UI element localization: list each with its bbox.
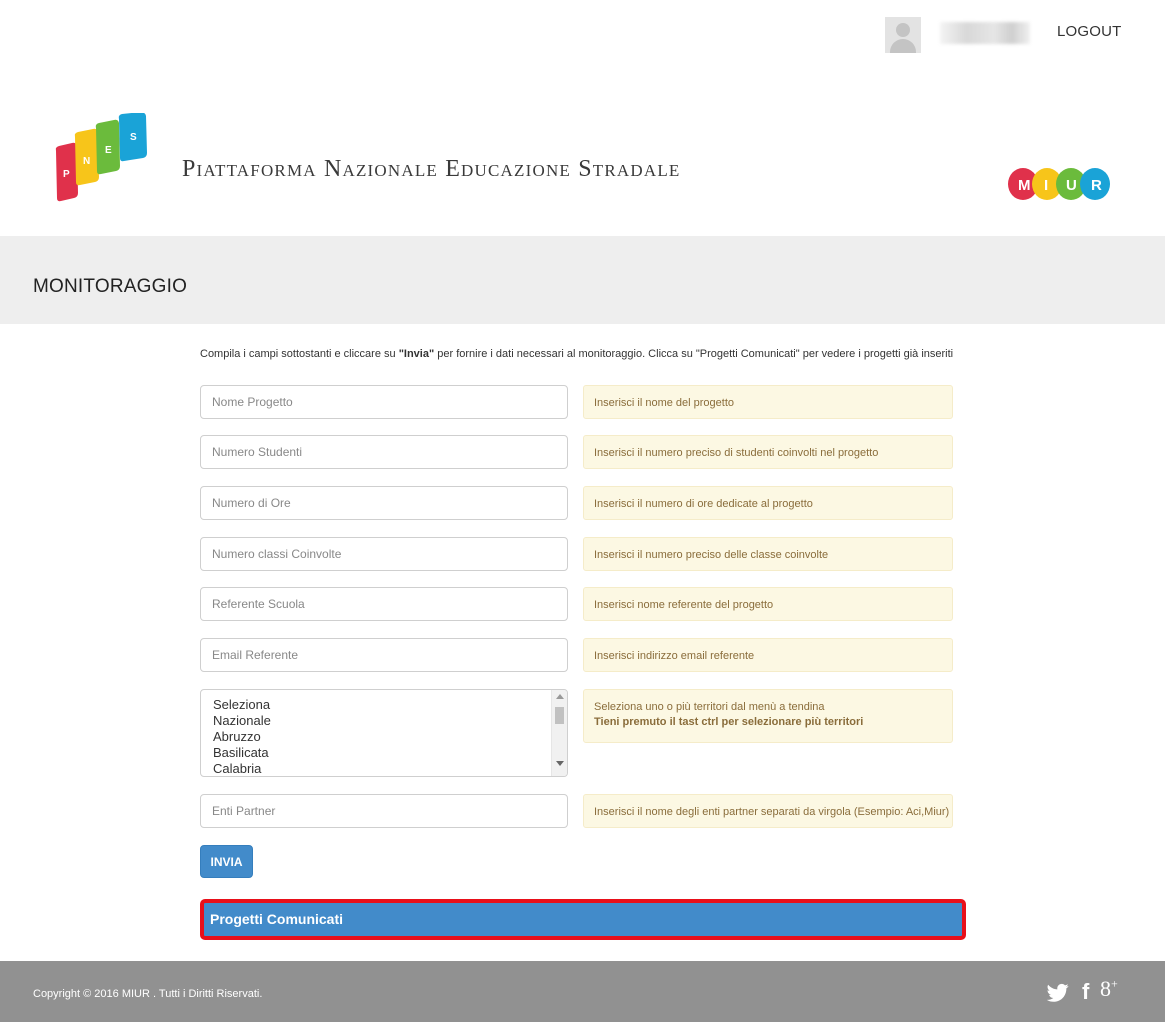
site-header: P N E S Piattaforma Nazionale Educazione… <box>0 100 1165 236</box>
numero-classi-input[interactable] <box>200 537 568 571</box>
form-row-nome-progetto: Inserisci il nome del progetto <box>200 385 955 421</box>
form-row-numero-ore: Inserisci il numero di ore dedicate al p… <box>200 486 955 522</box>
avatar-body <box>890 39 916 53</box>
form-row-territori: Seleziona Nazionale Abruzzo Basilicata C… <box>200 689 955 779</box>
gplus-sup: + <box>1111 976 1118 991</box>
intro-bold: "Invia" <box>398 348 435 360</box>
intro-text: Compila i campi sottostanti e cliccare s… <box>200 348 953 360</box>
scroll-thumb[interactable] <box>555 707 564 724</box>
territori-multiselect[interactable]: Seleziona Nazionale Abruzzo Basilicata C… <box>200 689 568 777</box>
numero-classi-hint: Inserisci il numero preciso delle classe… <box>583 537 953 571</box>
form-row-email: Inserisci indirizzo email referente <box>200 638 955 674</box>
numero-ore-hint: Inserisci il numero di ore dedicate al p… <box>583 486 953 520</box>
territori-option[interactable]: Abruzzo <box>213 729 567 745</box>
site-footer: Copyright © 2016 MIUR . Tutti i Diritti … <box>0 961 1165 1022</box>
territori-hint-line1: Seleziona uno o più territori dal menù a… <box>594 701 825 713</box>
copyright-text: Copyright © 2016 MIUR . Tutti i Diritti … <box>33 988 263 1000</box>
pnes-logo[interactable]: P N E S <box>50 113 160 203</box>
territori-option[interactable]: Calabria <box>213 761 567 776</box>
form-row-numero-studenti: Inserisci il numero preciso di studenti … <box>200 435 955 471</box>
logo-letter-s: S <box>130 132 137 143</box>
user-avatar-icon <box>885 17 921 53</box>
email-hint: Inserisci indirizzo email referente <box>583 638 953 672</box>
top-bar: LOGOUT <box>0 0 1165 68</box>
username-blurred <box>940 22 1030 44</box>
email-referente-input[interactable] <box>200 638 568 672</box>
form-row-enti-partner: Inserisci il nome degli enti partner sep… <box>200 794 955 830</box>
twitter-icon[interactable] <box>1047 983 1069 1003</box>
progetti-comunicati-button[interactable]: Progetti Comunicati <box>200 899 966 940</box>
territori-option[interactable]: Basilicata <box>213 745 567 761</box>
territori-hint-line2: Tieni premuto il tast ctrl per seleziona… <box>594 716 864 728</box>
nome-progetto-hint: Inserisci il nome del progetto <box>583 385 953 419</box>
enti-partner-hint: Inserisci il nome degli enti partner sep… <box>583 794 953 828</box>
logo-letter-p: P <box>63 169 70 180</box>
nome-progetto-input[interactable] <box>200 385 568 419</box>
scroll-up-icon[interactable] <box>556 694 564 699</box>
referente-hint: Inserisci nome referente del progetto <box>583 587 953 621</box>
miur-letter-r: R <box>1091 177 1102 194</box>
territori-scrollbar[interactable] <box>551 690 567 776</box>
territori-option[interactable]: Nazionale <box>213 713 567 729</box>
miur-letter-i: I <box>1044 177 1048 194</box>
territori-options: Seleziona Nazionale Abruzzo Basilicata C… <box>201 690 567 776</box>
territori-hint: Seleziona uno o più territori dal menù a… <box>583 689 953 743</box>
intro-after: per fornire i dati necessari al monitora… <box>434 348 954 360</box>
page-title: MONITORAGGIO <box>33 276 188 297</box>
facebook-icon[interactable]: f <box>1082 979 1089 1005</box>
page-title-band: MONITORAGGIO <box>0 236 1165 324</box>
avatar-head <box>896 23 910 37</box>
form-row-referente: Inserisci nome referente del progetto <box>200 587 955 623</box>
miur-logo[interactable]: M I U R <box>1005 166 1115 202</box>
logout-link[interactable]: LOGOUT <box>1057 23 1122 40</box>
scroll-down-icon[interactable] <box>556 761 564 766</box>
territori-option[interactable]: Seleziona <box>213 697 567 713</box>
site-title: Piattaforma Nazionale Educazione Stradal… <box>182 156 681 182</box>
intro-before: Compila i campi sottostanti e cliccare s… <box>200 348 399 360</box>
invia-button[interactable]: INVIA <box>200 845 253 878</box>
enti-partner-input[interactable] <box>200 794 568 828</box>
numero-studenti-hint: Inserisci il numero preciso di studenti … <box>583 435 953 469</box>
progetti-comunicati-label: Progetti Comunicati <box>210 911 344 927</box>
miur-letter-u: U <box>1066 177 1077 194</box>
form-row-numero-classi: Inserisci il numero preciso delle classe… <box>200 537 955 573</box>
google-plus-icon[interactable]: 8+ <box>1100 976 1118 1002</box>
numero-ore-input[interactable] <box>200 486 568 520</box>
logo-letter-e: E <box>105 145 112 156</box>
gplus-glyph: 8 <box>1100 976 1111 1001</box>
main-content: Compila i campi sottostanti e cliccare s… <box>0 324 1165 949</box>
logo-letter-n: N <box>83 156 90 167</box>
miur-letter-m: M <box>1018 177 1031 194</box>
referente-scuola-input[interactable] <box>200 587 568 621</box>
numero-studenti-input[interactable] <box>200 435 568 469</box>
